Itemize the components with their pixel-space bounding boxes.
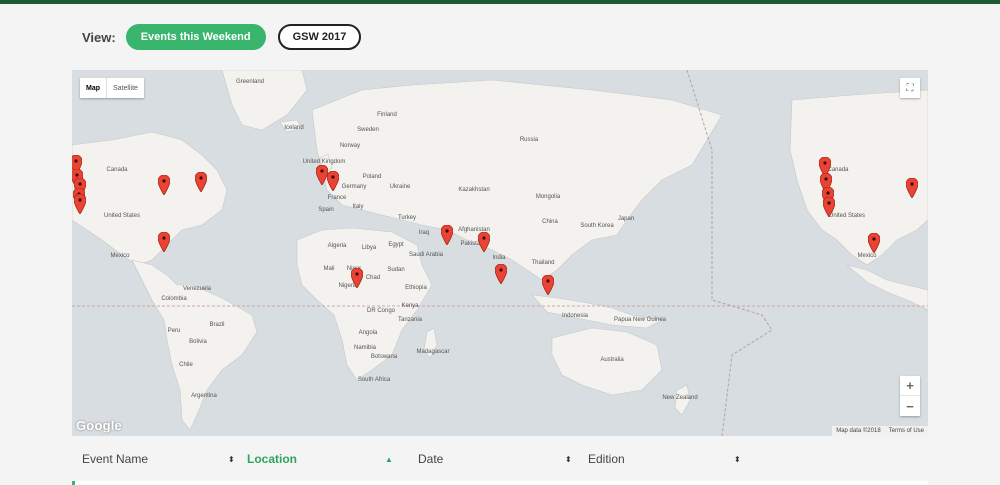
column-label: Date xyxy=(418,452,444,466)
map-label: DR Congo xyxy=(366,308,396,314)
map-label: Colombia xyxy=(161,296,187,302)
map-pin-icon[interactable] xyxy=(823,197,835,217)
map-label: Finland xyxy=(377,112,397,118)
map-label: South Africa xyxy=(357,377,391,383)
map-label: Chad xyxy=(365,275,381,281)
sort-icon[interactable]: ⬍ xyxy=(734,455,741,464)
map-label: South Korea xyxy=(580,223,614,229)
map-label: Chile xyxy=(179,362,193,368)
map-pin-icon[interactable] xyxy=(868,233,880,253)
map-pin-icon[interactable] xyxy=(158,232,170,252)
table-row xyxy=(72,481,928,485)
map-label: Iraq xyxy=(418,230,430,236)
map-label: Algeria xyxy=(327,243,347,249)
sort-up-icon[interactable]: ▲ xyxy=(385,455,393,464)
zoom-control: + − xyxy=(900,376,920,416)
map-label: Sudan xyxy=(387,267,405,273)
map-label: Thailand xyxy=(531,260,555,266)
map-label: Tanzania xyxy=(397,317,423,323)
map-pin-icon[interactable] xyxy=(478,232,490,252)
map-label: Ethiopia xyxy=(405,285,427,291)
map-label: United States xyxy=(103,213,141,219)
top-bar xyxy=(0,0,1000,4)
sort-icon[interactable]: ⬍ xyxy=(565,455,572,464)
map-pin-icon[interactable] xyxy=(195,172,207,192)
terms-of-use-link[interactable]: Terms of Use xyxy=(889,428,924,434)
map-label: Bolivia xyxy=(189,339,207,345)
view-switcher: View: Events this Weekend GSW 2017 xyxy=(82,24,373,50)
column-event-name[interactable]: Event Name ⬍ xyxy=(72,445,237,473)
map-label: Spain xyxy=(318,207,334,213)
map-label: Iceland xyxy=(284,125,304,131)
map-label: Peru xyxy=(167,328,181,334)
column-location[interactable]: Location ▲ xyxy=(237,445,408,473)
map-pin-icon[interactable] xyxy=(351,268,363,288)
map-label: Saudi Arabia xyxy=(408,252,444,258)
gsw-2017-button[interactable]: GSW 2017 xyxy=(277,24,362,50)
map-label: Kazakhstan xyxy=(458,187,490,193)
column-edition[interactable]: Edition ⬍ xyxy=(578,445,758,473)
map-label: Papua New Guinea xyxy=(613,317,667,323)
map-label: Botswana xyxy=(370,354,398,360)
google-logo: Google xyxy=(76,418,122,433)
map-label: Canada xyxy=(106,167,128,173)
map-label: Libya xyxy=(361,245,377,251)
map-pin-icon[interactable] xyxy=(327,171,339,191)
map-pin-icon[interactable] xyxy=(906,178,918,198)
map-label: Indonesia xyxy=(561,313,589,319)
map-label: Norway xyxy=(339,143,361,149)
map-label: India xyxy=(492,255,506,261)
table-header: Event Name ⬍ Location ▲ Date ⬍ Edition ⬍ xyxy=(72,445,928,473)
map-label: Mongolia xyxy=(535,194,561,200)
view-label: View: xyxy=(82,29,116,45)
map-type-map-button[interactable]: Map xyxy=(80,78,107,98)
map-label: Greenland xyxy=(235,79,265,85)
map-label: Mexico xyxy=(857,253,877,259)
map-pin-icon[interactable] xyxy=(158,175,170,195)
map-label: Poland xyxy=(362,174,382,180)
map-label: France xyxy=(327,195,347,201)
map-pin-icon[interactable] xyxy=(74,194,86,214)
map-label: Kenya xyxy=(401,303,419,309)
map-pin-icon[interactable] xyxy=(495,264,507,284)
map-label: Angola xyxy=(358,330,378,336)
zoom-out-button[interactable]: − xyxy=(900,396,920,416)
zoom-in-button[interactable]: + xyxy=(900,376,920,396)
map-label: Mali xyxy=(323,266,335,272)
column-label: Location xyxy=(247,452,297,466)
map-label: Egypt xyxy=(388,242,404,248)
map-label: Sweden xyxy=(357,127,379,133)
map-pin-icon[interactable] xyxy=(441,225,453,245)
map[interactable]: Greenland Iceland Finland Sweden Norway … xyxy=(72,70,928,436)
map-label: Russia xyxy=(519,137,539,143)
map-data-text: Map data ©2018 xyxy=(836,428,881,434)
map-label: Brazil xyxy=(209,322,225,328)
map-type-satellite-button[interactable]: Satellite xyxy=(107,78,144,98)
map-label: Turkey xyxy=(397,215,417,221)
map-label: Mexico xyxy=(110,253,130,259)
column-label: Edition xyxy=(588,452,625,466)
map-attribution: Map data ©2018 Terms of Use xyxy=(832,426,928,436)
fullscreen-icon[interactable]: ⛶ xyxy=(900,78,920,98)
map-pin-icon[interactable] xyxy=(542,275,554,295)
events-this-weekend-button[interactable]: Events this Weekend xyxy=(125,24,266,50)
map-type-control: Map Satellite xyxy=(80,78,144,98)
column-label: Event Name xyxy=(82,452,149,466)
map-label: Australia xyxy=(600,357,624,363)
map-label: Ukraine xyxy=(389,184,411,190)
map-label: Japan xyxy=(617,216,635,222)
map-label: Germany xyxy=(341,184,367,190)
map-label: Venezuela xyxy=(182,286,212,292)
map-label: Italy xyxy=(352,204,364,210)
map-label: Namibia xyxy=(353,345,377,351)
map-label: Madagascar xyxy=(416,349,450,355)
map-label: Argentina xyxy=(191,393,217,399)
sort-icon[interactable]: ⬍ xyxy=(228,455,235,464)
map-label: China xyxy=(542,219,558,225)
map-label: New Zealand xyxy=(662,395,698,401)
world-map-land xyxy=(72,70,928,436)
column-date[interactable]: Date ⬍ xyxy=(408,445,578,473)
